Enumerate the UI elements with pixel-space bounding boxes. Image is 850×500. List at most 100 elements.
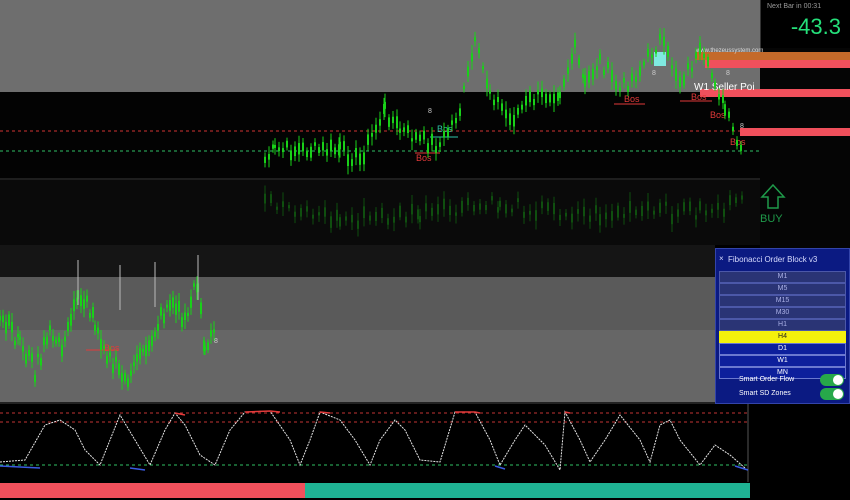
level-marker-3: 8	[726, 70, 730, 77]
candle-body	[166, 304, 168, 308]
candle-body	[172, 297, 174, 308]
candle-body	[651, 54, 653, 58]
candle-body	[345, 216, 347, 221]
bos-label-2: Bos	[437, 124, 453, 134]
close-icon[interactable]: ×	[719, 254, 724, 263]
candle-body	[46, 336, 48, 345]
candle-body	[330, 216, 332, 228]
candle-body	[553, 202, 555, 215]
candle-body	[724, 104, 726, 116]
candle-body	[541, 201, 543, 209]
candle-body	[583, 206, 585, 217]
candle-body	[130, 370, 132, 376]
candle-body	[439, 142, 441, 147]
timeframe-button-m30[interactable]: M30	[719, 307, 846, 319]
bos-label-7: Bos	[104, 343, 120, 353]
candle-body	[94, 324, 96, 331]
candle-body	[735, 197, 737, 203]
candle-body	[213, 329, 215, 333]
candle-body	[541, 88, 543, 98]
timeframe-button-m15[interactable]: M15	[719, 295, 846, 307]
candle-body	[665, 201, 667, 206]
timeframe-button-h1[interactable]: H1	[719, 319, 846, 331]
bos-label-1: Bos	[416, 153, 432, 163]
candle-body	[521, 104, 523, 110]
candle-body	[11, 321, 13, 333]
bos-label-3: Bos	[624, 94, 640, 104]
candle-body	[298, 143, 300, 155]
candle-body	[405, 216, 407, 223]
candle-body	[278, 147, 280, 152]
candle-body	[178, 300, 180, 312]
smart-sd-zones-toggle[interactable]	[820, 388, 844, 400]
candle-body	[314, 142, 316, 146]
candle-body	[80, 295, 82, 307]
candle-body	[363, 206, 365, 219]
candle-body	[52, 335, 54, 342]
candle-body	[25, 353, 27, 364]
candle-body	[276, 206, 278, 210]
candle-body	[611, 211, 613, 221]
candle-body	[663, 36, 665, 46]
candle-body	[592, 68, 594, 80]
timeframe-button-w1[interactable]: W1	[719, 355, 846, 367]
candle-body	[679, 77, 681, 88]
candle-body	[505, 204, 507, 214]
candle-body	[302, 142, 304, 152]
candle-body	[449, 205, 451, 216]
candle-body	[459, 108, 461, 116]
candle-body	[529, 210, 531, 215]
candle-body	[675, 68, 677, 81]
candle-body	[703, 53, 705, 58]
candle-body	[582, 73, 584, 79]
candle-body	[310, 146, 312, 158]
smart-order-flow-toggle[interactable]	[820, 374, 844, 386]
candle-body	[109, 352, 111, 357]
candle-body	[732, 126, 734, 132]
candle-body	[8, 314, 10, 326]
candle-body	[431, 207, 433, 216]
candle-body	[86, 295, 88, 302]
candle-body	[722, 95, 724, 103]
candle-body	[145, 344, 147, 357]
candle-body	[595, 205, 597, 214]
panel-title: Fibonacci Order Block v3	[728, 255, 818, 264]
timeframe-button-h4[interactable]: H4	[719, 331, 846, 343]
candle-body	[67, 321, 69, 332]
candle-body	[511, 208, 513, 213]
candle-body	[268, 154, 270, 160]
candle-body	[294, 146, 296, 157]
candle-body	[431, 133, 433, 145]
zone-red-3	[740, 128, 850, 136]
candle-body	[677, 209, 679, 217]
candle-body	[517, 107, 519, 115]
candle-body	[343, 141, 345, 151]
candle-body	[547, 202, 549, 211]
candle-body	[729, 195, 731, 206]
candle-body	[493, 99, 495, 106]
candle-body	[339, 141, 341, 150]
candle-body	[574, 39, 576, 48]
candle-body	[619, 87, 621, 91]
candle-body	[419, 216, 421, 223]
candle-body	[611, 70, 613, 82]
candle-body	[584, 75, 586, 87]
timeframe-button-m5[interactable]: M5	[719, 283, 846, 295]
candle-body	[415, 132, 417, 140]
candle-body	[264, 193, 266, 204]
candle-body	[728, 111, 730, 118]
timeframe-button-d1[interactable]: D1	[719, 343, 846, 355]
buy-label: BUY	[760, 213, 783, 225]
candle-body	[567, 67, 569, 74]
candle-body	[326, 149, 328, 156]
timeframe-button-m1[interactable]: M1	[719, 271, 846, 283]
candle-body	[455, 117, 457, 124]
candle-body	[37, 353, 39, 358]
candle-body	[505, 109, 507, 119]
candle-body	[306, 206, 308, 212]
candle-body	[22, 346, 24, 352]
candle-body	[447, 128, 449, 137]
candle-body	[501, 103, 503, 111]
candle-body	[525, 95, 527, 106]
bos-label-6: Bos	[730, 137, 746, 147]
